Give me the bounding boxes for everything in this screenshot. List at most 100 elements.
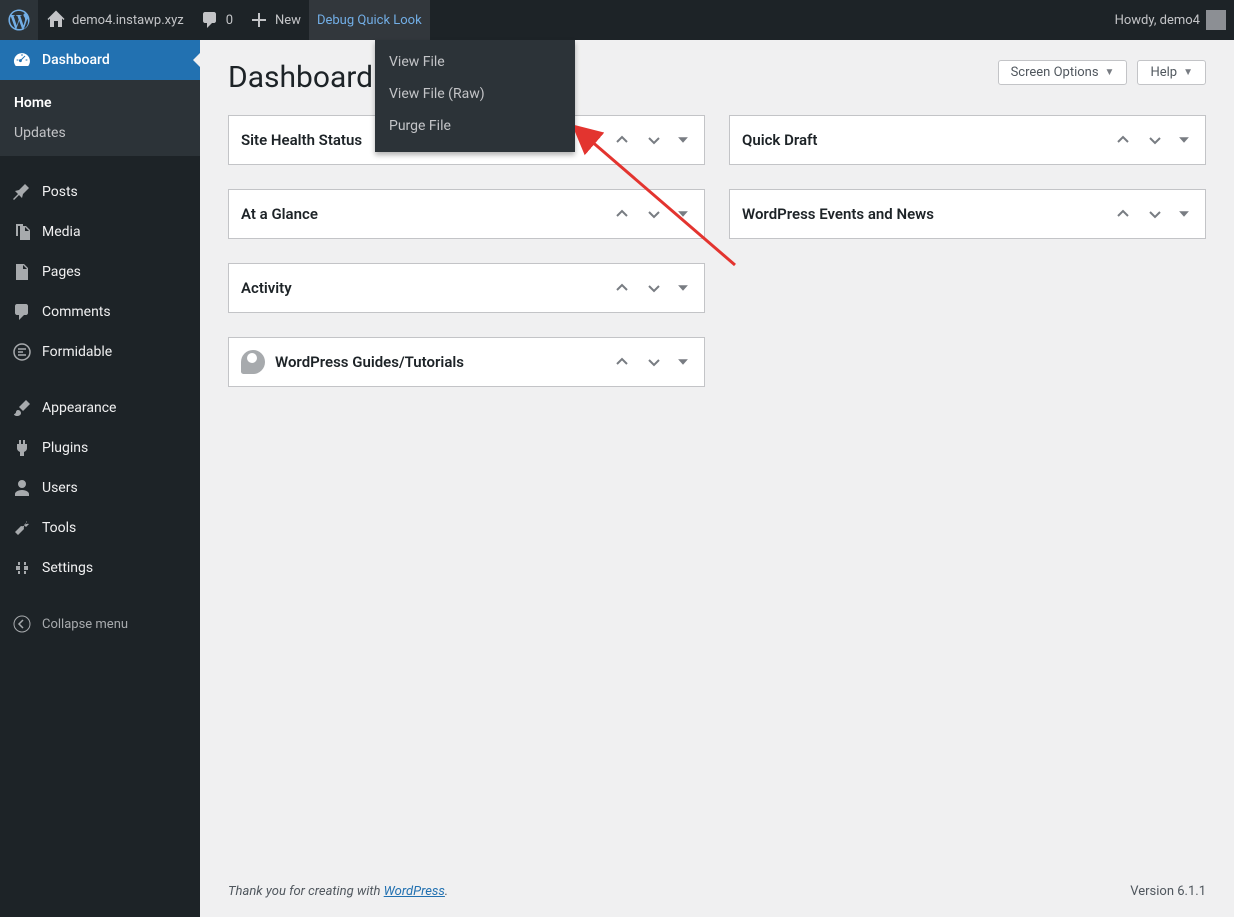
toolbar-debug[interactable]: Debug Quick Look — [309, 0, 430, 40]
move-up-icon[interactable] — [1111, 128, 1135, 152]
sidebar-collapse[interactable]: Collapse menu — [0, 604, 200, 644]
dropdown-view-file[interactable]: View File — [375, 46, 575, 78]
toggle-icon[interactable] — [1175, 131, 1193, 149]
user-icon — [12, 478, 32, 498]
sidebar-item-pages[interactable]: Pages — [0, 252, 200, 292]
toggle-icon[interactable] — [674, 279, 692, 297]
widget-wp-guides: WordPress Guides/Tutorials — [228, 337, 705, 387]
wrench-icon — [12, 518, 32, 538]
widget-title: Site Health Status — [241, 131, 362, 149]
sidebar-item-comments[interactable]: Comments — [0, 292, 200, 332]
footer-thanks: Thank you for creating with WordPress. — [228, 884, 448, 899]
sidebar-item-plugins[interactable]: Plugins — [0, 428, 200, 468]
move-up-icon[interactable] — [610, 202, 634, 226]
widget-title: WordPress Guides/Tutorials — [241, 350, 464, 374]
sidebar-label-comments: Comments — [42, 304, 111, 320]
screen-options-button[interactable]: Screen Options ▼ — [998, 60, 1128, 85]
admin-toolbar: demo4.instawp.xyz 0 New Debug Quick Look… — [0, 0, 1234, 40]
move-down-icon[interactable] — [1143, 202, 1167, 226]
comment-icon — [200, 10, 220, 30]
widget-wp-events: WordPress Events and News — [729, 189, 1206, 239]
toolbar-site-link[interactable]: demo4.instawp.xyz — [38, 0, 192, 40]
toolbar-new[interactable]: New — [241, 0, 309, 40]
widget-title: Activity — [241, 279, 292, 297]
move-up-icon[interactable] — [610, 350, 634, 374]
sidebar-subitem-home[interactable]: Home — [0, 88, 200, 118]
comments-icon — [12, 302, 32, 322]
plus-icon — [249, 10, 269, 30]
collapse-label: Collapse menu — [42, 617, 128, 632]
move-down-icon[interactable] — [642, 276, 666, 300]
toolbar-my-account[interactable]: Howdy, demo4 — [1107, 0, 1234, 40]
caret-down-icon: ▼ — [1183, 67, 1193, 78]
move-up-icon[interactable] — [610, 276, 634, 300]
sidebar-submenu-dashboard: Home Updates — [0, 80, 200, 156]
new-label: New — [275, 13, 301, 28]
sidebar-label-formidable: Formidable — [42, 344, 112, 360]
comments-count: 0 — [226, 13, 233, 28]
settings-icon — [12, 558, 32, 578]
widget-title: Quick Draft — [742, 131, 817, 149]
howdy-text: Howdy, demo4 — [1115, 13, 1200, 28]
sidebar-item-users[interactable]: Users — [0, 468, 200, 508]
footer-wordpress-link[interactable]: WordPress — [384, 884, 445, 899]
toggle-icon[interactable] — [674, 353, 692, 371]
brush-icon — [12, 398, 32, 418]
debug-label: Debug Quick Look — [317, 13, 422, 28]
content-area: Dashboard Screen Options ▼ Help ▼ Site H… — [200, 40, 1234, 917]
sidebar: Dashboard Home Updates Posts Media Pages… — [0, 40, 200, 917]
sidebar-item-formidable[interactable]: Formidable — [0, 332, 200, 372]
plug-icon — [12, 438, 32, 458]
home-icon — [46, 10, 66, 30]
move-down-icon[interactable] — [642, 128, 666, 152]
sidebar-label-media: Media — [42, 224, 81, 240]
widget-activity: Activity — [228, 263, 705, 313]
page-title: Dashboard — [228, 60, 373, 95]
toolbar-wp-logo[interactable] — [0, 0, 38, 40]
widget-at-a-glance: At a Glance — [228, 189, 705, 239]
collapse-icon — [12, 614, 32, 634]
toggle-icon[interactable] — [674, 131, 692, 149]
widget-quick-draft: Quick Draft — [729, 115, 1206, 165]
caret-down-icon: ▼ — [1105, 67, 1115, 78]
sidebar-item-settings[interactable]: Settings — [0, 548, 200, 588]
toggle-icon[interactable] — [674, 205, 692, 223]
page-icon — [12, 262, 32, 282]
formidable-icon — [12, 342, 32, 362]
dropdown-purge-file[interactable]: Purge File — [375, 110, 575, 142]
sidebar-label-settings: Settings — [42, 560, 93, 576]
sidebar-subitem-updates[interactable]: Updates — [0, 118, 200, 148]
user-avatar-icon — [1206, 10, 1226, 30]
toggle-icon[interactable] — [1175, 205, 1193, 223]
site-name: demo4.instawp.xyz — [72, 13, 184, 28]
widget-title: WordPress Events and News — [742, 205, 934, 223]
move-up-icon[interactable] — [1111, 202, 1135, 226]
dropdown-view-file-raw[interactable]: View File (Raw) — [375, 78, 575, 110]
sidebar-item-tools[interactable]: Tools — [0, 508, 200, 548]
dashboard-icon — [12, 50, 32, 70]
sidebar-item-posts[interactable]: Posts — [0, 172, 200, 212]
move-down-icon[interactable] — [642, 350, 666, 374]
sidebar-label-posts: Posts — [42, 184, 78, 200]
widget-title: At a Glance — [241, 205, 318, 223]
media-icon — [12, 222, 32, 242]
help-button[interactable]: Help ▼ — [1137, 60, 1206, 85]
sidebar-label-users: Users — [42, 480, 78, 496]
sidebar-label-pages: Pages — [42, 264, 81, 280]
pin-icon — [12, 182, 32, 202]
wordpress-logo-icon — [8, 9, 30, 31]
sidebar-label-tools: Tools — [42, 520, 76, 536]
move-down-icon[interactable] — [1143, 128, 1167, 152]
sidebar-label-appearance: Appearance — [42, 400, 116, 416]
sidebar-item-appearance[interactable]: Appearance — [0, 388, 200, 428]
sidebar-item-media[interactable]: Media — [0, 212, 200, 252]
wp-guides-icon — [241, 350, 265, 374]
debug-dropdown-menu: View File View File (Raw) Purge File — [375, 40, 575, 152]
move-down-icon[interactable] — [642, 202, 666, 226]
move-up-icon[interactable] — [610, 128, 634, 152]
admin-footer: Thank you for creating with WordPress. V… — [200, 866, 1234, 917]
sidebar-item-dashboard[interactable]: Dashboard — [0, 40, 200, 80]
sidebar-label-dashboard: Dashboard — [42, 52, 110, 68]
toolbar-comments[interactable]: 0 — [192, 0, 241, 40]
sidebar-label-plugins: Plugins — [42, 440, 88, 456]
